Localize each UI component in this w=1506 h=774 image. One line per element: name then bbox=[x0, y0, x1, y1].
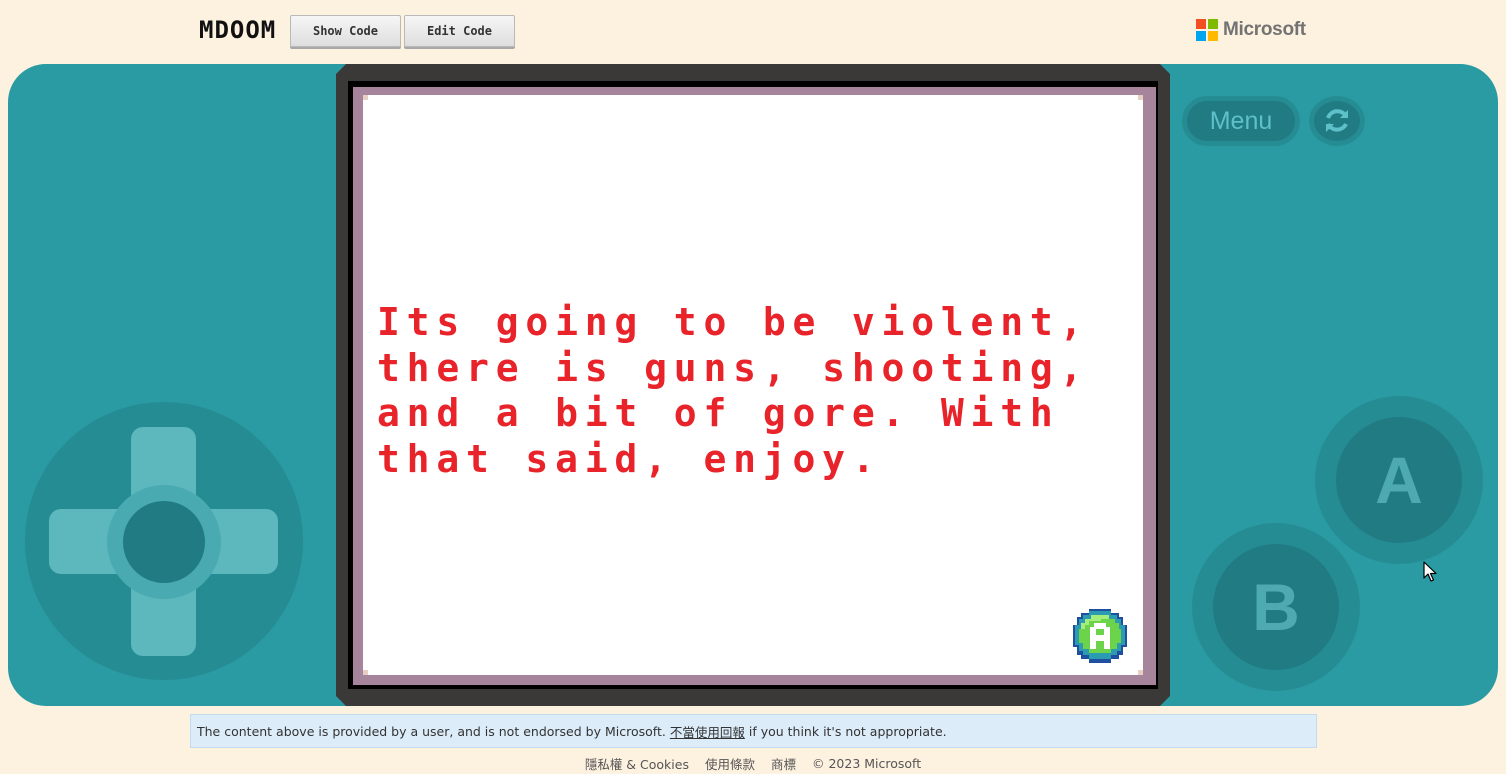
notice-text-end: if you think it's not appropriate. bbox=[748, 723, 947, 739]
microsoft-grid-icon bbox=[1196, 19, 1218, 41]
header-bar: MDOOM Show Code Edit Code Microsoft bbox=[0, 0, 1506, 62]
refresh-icon bbox=[1326, 109, 1348, 132]
game-screen[interactable]: Its going to be violent, there is guns, … bbox=[363, 95, 1143, 675]
screen-corner bbox=[1138, 670, 1143, 675]
b-button[interactable]: B bbox=[1213, 544, 1339, 670]
notice-text: The content above is provided by a user,… bbox=[197, 723, 666, 739]
terms-link[interactable]: 使用條款 bbox=[705, 754, 755, 773]
game-title: MDOOM bbox=[199, 16, 277, 44]
screen-corner bbox=[363, 670, 368, 675]
show-code-button[interactable]: Show Code bbox=[290, 15, 401, 47]
footer: 隱私權 & Cookies 使用條款 商標 © 2023 Microsoft bbox=[0, 753, 1506, 773]
edit-code-button[interactable]: Edit Code bbox=[404, 15, 515, 47]
a-button-prompt-icon bbox=[1073, 609, 1127, 663]
screen-corner bbox=[363, 95, 368, 100]
copyright-text: © 2023 Microsoft bbox=[812, 755, 922, 771]
menu-button[interactable]: Menu bbox=[1182, 96, 1300, 146]
content-notice: The content above is provided by a user,… bbox=[190, 714, 1317, 748]
dpad-center bbox=[123, 501, 205, 583]
restart-button[interactable] bbox=[1309, 96, 1365, 146]
microsoft-wordmark: Microsoft bbox=[1223, 19, 1306, 40]
mouse-cursor-icon bbox=[1423, 561, 1437, 582]
trademarks-link[interactable]: 商標 bbox=[771, 754, 796, 773]
dialog-text: Its going to be violent, there is guns, … bbox=[377, 300, 1090, 481]
a-button[interactable]: A bbox=[1336, 417, 1462, 543]
microsoft-logo[interactable]: Microsoft bbox=[1196, 18, 1306, 42]
screen-corner bbox=[1138, 95, 1143, 100]
privacy-link[interactable]: 隱私權 & Cookies bbox=[585, 754, 689, 773]
report-abuse-link[interactable]: 不當使用回報 bbox=[670, 722, 745, 741]
